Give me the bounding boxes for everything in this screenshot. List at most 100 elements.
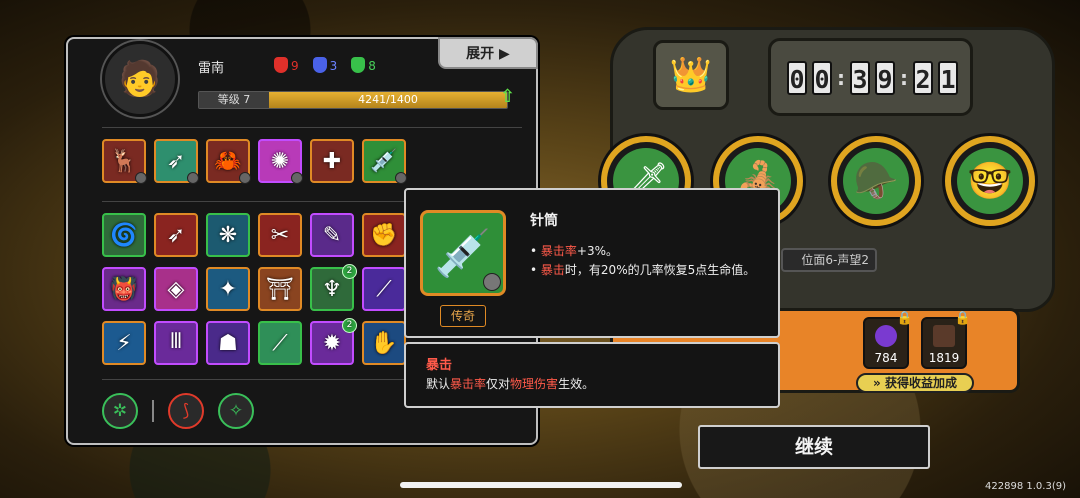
effect-line: • 暴击时，有20%的几率恢复5点生命值。	[530, 263, 756, 277]
level-bar: 等级 7 4241/1400	[198, 91, 508, 109]
skill-slot-glyph-icon: 🌀	[110, 222, 138, 248]
term-text: 生效。	[558, 377, 595, 391]
keyword-tooltip: 暴击 默认暴击率仅对物理伤害生效。	[404, 342, 780, 408]
equipment-slot-glyph-icon: ➶	[166, 148, 186, 174]
level-label: 等级 7	[199, 92, 269, 108]
skill-slot-glyph-icon: ♆	[322, 276, 342, 302]
skill-slot[interactable]: ✂	[258, 213, 302, 257]
skill-slot-glyph-icon: 👹	[110, 276, 138, 302]
timer-digit: 9	[875, 61, 895, 95]
claw-ability-icon[interactable]: ⟆	[168, 393, 204, 429]
version-label: 422898 1.0.3(9)	[985, 481, 1066, 492]
emblem-ability-icon[interactable]: ✧	[218, 393, 254, 429]
green-mask-counter: 8	[351, 57, 376, 73]
scientist-icon: 🤓	[957, 148, 1023, 214]
timer-digit: 3	[850, 61, 870, 95]
skill-slot[interactable]: 𝍫	[154, 321, 198, 365]
exp-text: 4241/1400	[358, 93, 418, 106]
effect-keyword[interactable]: 暴击率	[541, 244, 577, 258]
skill-slot[interactable]: 👹	[102, 267, 146, 311]
reward-value: 784	[874, 351, 898, 365]
reward-orb[interactable]: 🔒 784	[863, 311, 913, 369]
boss-medallion-scientist[interactable]: 🤓	[945, 136, 1035, 226]
skill-slot-glyph-icon: ✋	[370, 330, 398, 356]
skill-slot-glyph-icon: ☗	[218, 330, 238, 356]
skill-slot[interactable]: ✋	[362, 321, 406, 365]
skill-slot[interactable]: ☗	[206, 321, 250, 365]
skill-slot[interactable]: 🌀	[102, 213, 146, 257]
expand-button[interactable]: 展开 ▶	[438, 37, 538, 69]
equipment-slot-glyph-icon: 🦌	[110, 148, 138, 174]
lock-icon: 🔒	[896, 311, 913, 326]
timer-digit: 1	[938, 61, 958, 95]
reward-value: 1819	[928, 351, 960, 365]
home-indicator[interactable]	[400, 482, 682, 488]
equipment-slot[interactable]: 🦀	[206, 139, 251, 184]
skill-slot-glyph-icon: ⛩	[266, 276, 294, 302]
skill-slot[interactable]: ♆ 2	[310, 264, 357, 311]
equipment-slot[interactable]: 🦌	[102, 139, 147, 184]
equipment-slot[interactable]: ✺	[258, 139, 303, 184]
red-mask-count: 9	[291, 59, 299, 73]
keyword-description: 默认暴击率仅对物理伤害生效。	[426, 375, 594, 392]
reward-book[interactable]: 🔒 1819	[921, 311, 971, 369]
equipment-slot[interactable]: ➶	[154, 139, 199, 184]
timer-box: 00:39:21	[768, 38, 973, 116]
term-keyword: 物理伤害	[510, 377, 559, 391]
boss-medallion-helmet[interactable]: 🪖	[831, 136, 921, 226]
green-mask-count: 8	[368, 59, 376, 73]
lock-icon: 🔒	[954, 311, 971, 326]
equipment-slot-glyph-icon: ✺	[270, 148, 290, 174]
skill-slot-glyph-icon: ✎	[322, 222, 342, 248]
shield-icon	[483, 273, 501, 291]
term-text: 默认	[426, 377, 451, 391]
crown-duck-icon[interactable]: 👑	[653, 40, 729, 110]
skill-slot[interactable]: ✦	[206, 267, 250, 311]
effect-keyword[interactable]: 暴击	[541, 263, 565, 277]
rune-chip-icon	[187, 172, 199, 184]
timer-colon: :	[900, 66, 908, 90]
term-text: 仅对	[486, 377, 511, 391]
continue-button[interactable]: 继续	[698, 425, 930, 469]
skill-slot[interactable]: ⟋	[362, 267, 406, 311]
rune-chip-icon	[395, 172, 407, 184]
skill-slot[interactable]: ❋	[206, 213, 250, 257]
skill-slot[interactable]: ⟋	[258, 321, 302, 365]
helmet-icon: 🪖	[843, 148, 909, 214]
equipment-slot[interactable]: 💉	[362, 139, 407, 184]
skill-slot-glyph-icon: ⟋	[376, 276, 392, 302]
blue-mask-count: 3	[329, 59, 338, 73]
equipment-slot[interactable]: ✚	[310, 139, 354, 183]
timer-digit: 2	[913, 61, 933, 95]
skill-slot-glyph-icon: ❋	[218, 222, 238, 248]
stack-badge: 2	[342, 318, 357, 333]
level-up-arrow-icon[interactable]: ⇧	[500, 86, 515, 107]
red-mask-counter: 9	[274, 57, 299, 73]
skill-slot-glyph-icon: ⟋	[272, 330, 288, 356]
skill-slot[interactable]: ✹ 2	[310, 318, 357, 365]
swirl-ability-icon[interactable]: ✲	[102, 393, 138, 429]
get-bonus-button[interactable]: » 获得收益加成	[856, 373, 974, 393]
player-name: 雷南	[198, 61, 225, 76]
ability-bar: ✲ ⟆ ✧	[102, 393, 254, 429]
green-mask-icon	[351, 57, 366, 73]
skill-slot[interactable]: ✎	[310, 213, 354, 257]
skill-slot[interactable]: ⚡	[102, 321, 146, 365]
skill-slot[interactable]: ◈	[154, 267, 198, 311]
skill-slot-glyph-icon: ➶	[166, 222, 186, 248]
skill-slot[interactable]: ➶	[154, 213, 198, 257]
player-avatar[interactable]: 🧑	[102, 41, 178, 117]
blue-mask-icon	[312, 57, 327, 73]
double-chevron-icon: »	[873, 376, 881, 390]
plane-reputation-label: 位面6-声望2	[781, 248, 877, 272]
skill-slot-glyph-icon: ✊	[370, 222, 398, 248]
skill-slot-glyph-icon: ✦	[218, 276, 238, 302]
skill-row: ⚡ 𝍫 ☗ ⟋ ✹ 2 ✋	[102, 318, 406, 365]
item-tooltip: 💉 传奇 针筒 • 暴击率+3%。 • 暴击时，有20%的几率恢复5点生命值。	[404, 188, 780, 338]
skill-slot[interactable]: ✊	[362, 213, 406, 257]
effect-line: • 暴击率+3%。	[530, 244, 619, 258]
skill-slot[interactable]: ⛩	[258, 267, 302, 311]
rune-chip-icon	[135, 172, 147, 184]
separator	[152, 400, 154, 422]
term-keyword: 暴击率	[450, 377, 487, 391]
